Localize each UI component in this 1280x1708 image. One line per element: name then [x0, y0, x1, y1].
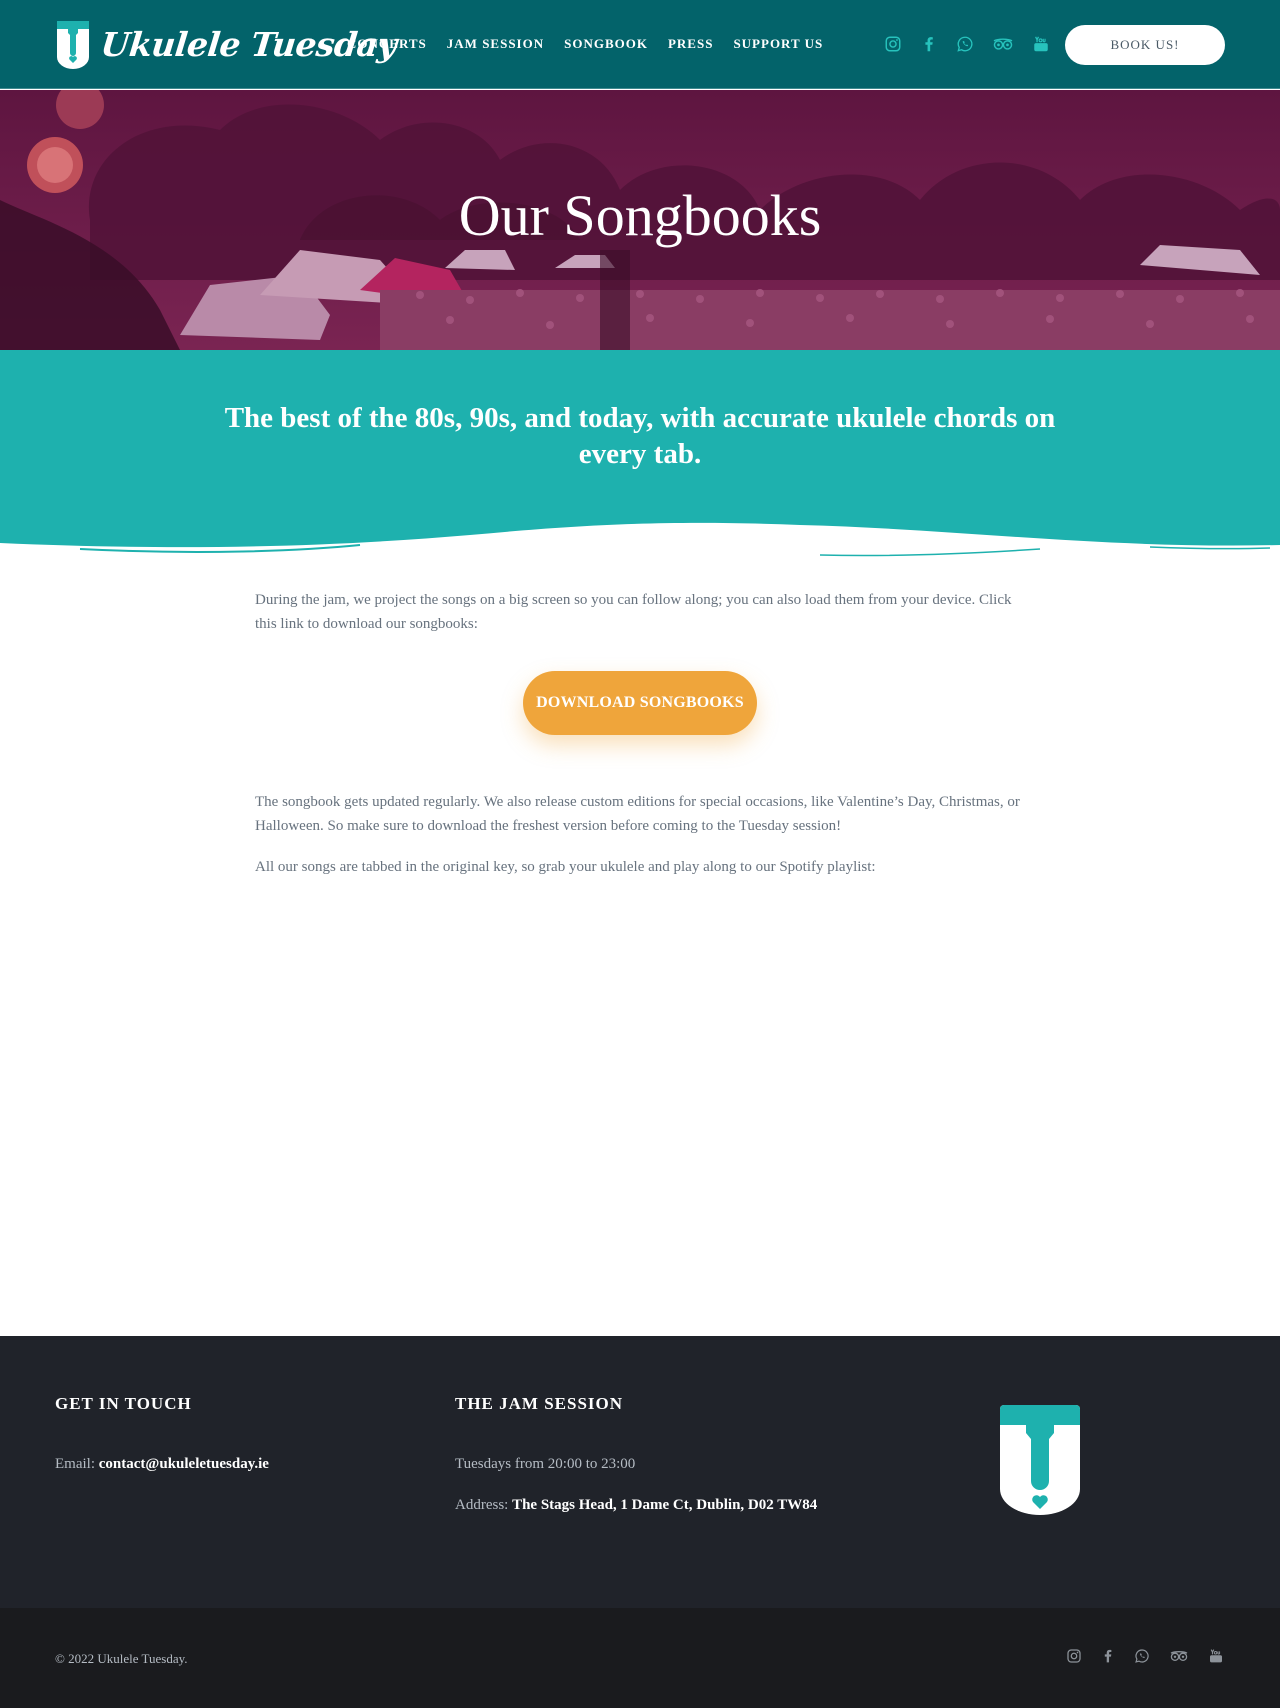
youtube-icon[interactable] [1032, 35, 1050, 53]
main-nav: CONCERTS JAM SESSION SONGBOOK PRESS SUPP… [347, 36, 823, 52]
jam-heading: THE JAM SESSION [455, 1394, 624, 1413]
address-label: Address: [455, 1497, 509, 1513]
email-label: Email: [55, 1456, 95, 1472]
tagline-text: The best of the 80s, 90s, and today, wit… [224, 402, 1056, 470]
whatsapp-icon[interactable] [1134, 1648, 1150, 1664]
ukulele-badge-logo [1000, 1405, 1080, 1515]
hero-banner: Our Songbooks [0, 90, 1280, 350]
email-link[interactable]: contact@ukuleletuesday.ie [99, 1456, 269, 1472]
download-songbooks-button[interactable]: DOWNLOAD SONGBOOKS [523, 671, 757, 735]
book-us-button[interactable]: BOOK US! [1065, 25, 1225, 65]
site-footer: GET IN TOUCH Email: contact@ukuleletuesd… [0, 1336, 1280, 1608]
facebook-icon[interactable] [1100, 1648, 1116, 1664]
nav-concerts[interactable]: CONCERTS [347, 36, 427, 52]
nav-songbook[interactable]: SONGBOOK [564, 36, 648, 52]
page-title: Our Songbooks [458, 183, 822, 248]
header-social-links [884, 35, 1050, 53]
jam-time: Tuesdays from 20:00 to 23:00 [455, 1456, 636, 1472]
tripadvisor-icon[interactable] [1168, 1648, 1190, 1664]
footer-social-links [1066, 1648, 1224, 1664]
spotify-paragraph: All our songs are tabbed in the original… [255, 859, 876, 875]
youtube-icon[interactable] [1208, 1648, 1224, 1664]
ukulele-badge-icon [57, 21, 89, 69]
contact-heading: GET IN TOUCH [55, 1394, 192, 1413]
address-line: Address: The Stags Head, 1 Dame Ct, Dubl… [455, 1497, 817, 1514]
whatsapp-icon[interactable] [956, 35, 974, 53]
tripadvisor-icon[interactable] [992, 35, 1014, 53]
site-logo[interactable]: Ukulele Tuesday [55, 19, 398, 69]
updates-paragraph: The songbook gets updated regularly. We … [255, 794, 1020, 834]
instagram-icon[interactable] [884, 35, 902, 53]
email-line: Email: contact@ukuleletuesday.ie [55, 1456, 269, 1473]
wave-divider [0, 505, 1280, 565]
instagram-icon[interactable] [1066, 1648, 1082, 1664]
nav-press[interactable]: PRESS [668, 36, 713, 52]
footer-bottom-bar: © 2022 Ukulele Tuesday. [0, 1608, 1280, 1708]
intro-section: During the jam, we project the songs on … [255, 588, 1025, 636]
address-value: The Stags Head, 1 Dame Ct, Dublin, D02 T… [512, 1497, 818, 1513]
nav-jam-session[interactable]: JAM SESSION [447, 36, 544, 52]
facebook-icon[interactable] [920, 35, 938, 53]
site-header: Ukulele Tuesday CONCERTS JAM SESSION SON… [0, 0, 1280, 89]
nav-support-us[interactable]: SUPPORT US [733, 36, 823, 52]
intro-paragraph: During the jam, we project the songs on … [255, 592, 1012, 632]
copyright-text: © 2022 Ukulele Tuesday. [55, 1651, 188, 1666]
